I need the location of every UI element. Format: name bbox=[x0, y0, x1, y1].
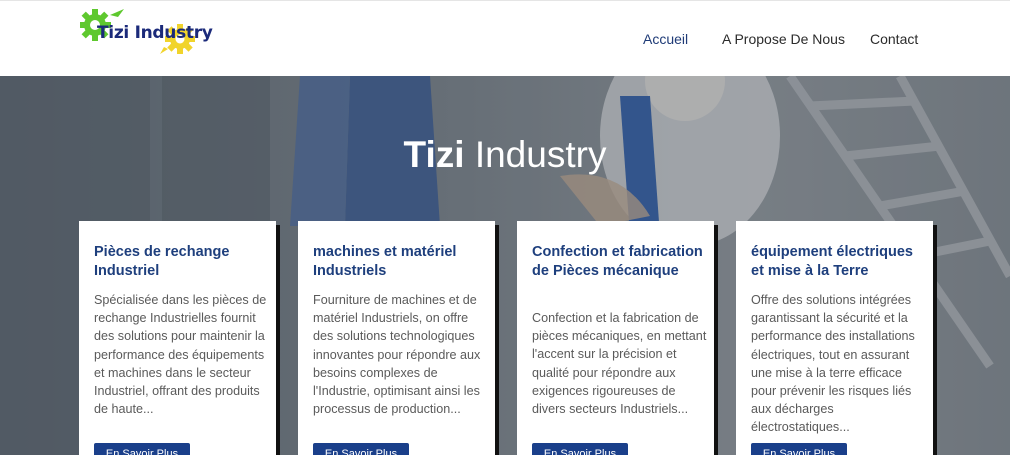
card-title: machines et matériel Industriels bbox=[313, 244, 457, 279]
service-card-pieces-rechange: Pièces de rechange Industriel Spécialisé… bbox=[79, 221, 276, 455]
hero-title-bold: Tizi bbox=[403, 134, 465, 175]
service-card-electrique: équipement électriques et mise à la Terr… bbox=[736, 221, 933, 455]
card-text: Offre des solutions intégrées garantissa… bbox=[751, 293, 915, 435]
nav-link-contact[interactable]: Contact bbox=[870, 31, 918, 47]
nav-link-accueil[interactable]: Accueil bbox=[643, 31, 688, 47]
card-text: Spécialisée dans les pièces de rechange … bbox=[94, 293, 267, 417]
learn-more-button[interactable]: En Savoir Plus bbox=[751, 443, 847, 455]
card-title: Pièces de rechange Industriel bbox=[94, 244, 230, 279]
site-header: Tizi Industry Accueil A Propose De Nous … bbox=[0, 0, 1010, 76]
card-title: équipement électriques et mise à la Terr… bbox=[751, 244, 913, 279]
hero-title-light: Industry bbox=[474, 134, 607, 175]
service-card-confection: Confection et fabrication de Pièces méca… bbox=[517, 221, 714, 455]
service-card-machines: machines et matériel Industriels Fournit… bbox=[298, 221, 495, 455]
learn-more-button[interactable]: En Savoir Plus bbox=[532, 443, 628, 455]
learn-more-button[interactable]: En Savoir Plus bbox=[94, 443, 190, 455]
learn-more-button[interactable]: En Savoir Plus bbox=[313, 443, 409, 455]
main-nav: Accueil A Propose De Nous Contact bbox=[0, 31, 1010, 51]
card-text: Fourniture de machines et de matériel In… bbox=[313, 293, 481, 417]
card-text: Confection et la fabrication de pièces m… bbox=[532, 311, 707, 417]
nav-link-a-propos[interactable]: A Propose De Nous bbox=[722, 31, 845, 47]
card-title: Confection et fabrication de Pièces méca… bbox=[532, 244, 703, 279]
hero-title: Tizi Industry bbox=[0, 134, 1010, 176]
